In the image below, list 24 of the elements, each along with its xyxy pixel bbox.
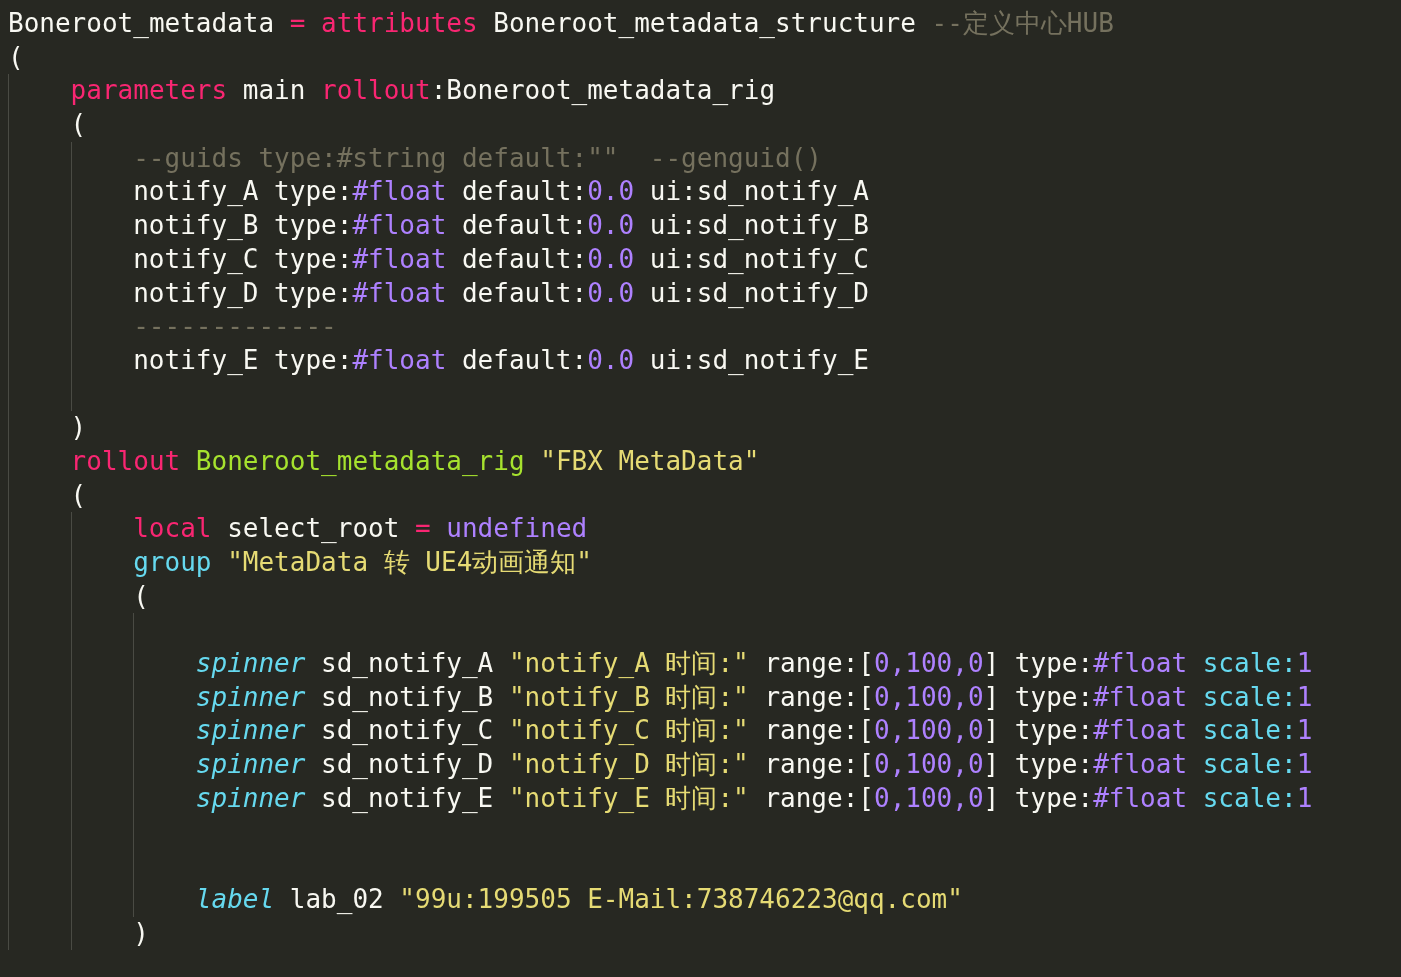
code-line: ( (70, 108, 87, 142)
code-line: label lab_02 "99u:199505 E-Mail:738746223@qq.com" (195, 882, 963, 916)
code-line: spinner sd_notify_C "notify_C 时间:" range:[0,100,0] type:#float scale:1 (195, 714, 1313, 748)
code-line: notify_A type:#float default:0.0 ui:sd_notify_A (133, 175, 869, 209)
code-line: rollout Boneroot_metadata_rig "FBX MetaData" (70, 444, 760, 478)
code-line: parameters main rollout:Boneroot_metadata_rig (70, 74, 776, 108)
code-line: ) (133, 916, 149, 950)
code-line: spinner sd_notify_D "notify_D 时间:" range:[0,100,0] type:#float scale:1 (195, 748, 1313, 782)
code-line: spinner sd_notify_B "notify_B 时间:" range:[0,100,0] type:#float scale:1 (195, 680, 1313, 714)
code-line: notify_E type:#float default:0.0 ui:sd_notify_E (133, 343, 869, 377)
code-line: ------------- (133, 310, 337, 344)
code-line: spinner sd_notify_A "notify_A 时间:" range:[0,100,0] type:#float scale:1 (195, 647, 1313, 681)
code-line: notify_B type:#float default:0.0 ui:sd_notify_B (133, 209, 869, 243)
code-line: notify_D type:#float default:0.0 ui:sd_notify_D (133, 276, 869, 310)
code-line: ( (133, 579, 149, 613)
code-line: group "MetaData 转 UE4动画通知" (133, 546, 592, 579)
code-line: ) (70, 411, 87, 445)
code-line: spinner sd_notify_E "notify_E 时间:" range:[0,100,0] type:#float scale:1 (195, 781, 1313, 815)
code-line: ( (8, 40, 24, 74)
code-line: ( (70, 478, 87, 512)
code-line: notify_C type:#float default:0.0 ui:sd_notify_C (133, 242, 869, 276)
code-line: --guids type:#string default:"" --genguid() (133, 141, 822, 175)
code-line: local select_root = undefined (133, 512, 588, 546)
code-line: Boneroot_metadata = attributes Boneroot_metadata_structure --定义中心HUB (8, 7, 1114, 40)
